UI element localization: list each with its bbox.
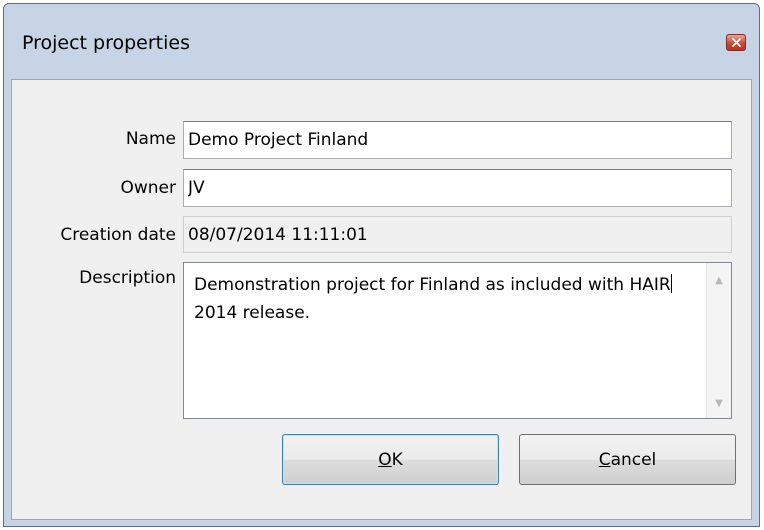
description-textarea[interactable]: Demonstration project for Finland as inc… [183,262,732,419]
cancel-label-rest: ancel [610,449,657,470]
scroll-down-icon: ▼ [715,397,723,409]
cancel-accelerator: C [598,449,611,470]
owner-label: Owner [120,178,176,198]
name-label: Name [125,129,176,149]
scroll-down-button[interactable]: ▼ [707,392,731,414]
window-title: Project properties [22,32,191,54]
text-caret [670,274,672,293]
creation-date-field [183,216,732,253]
dialog-body: Name Owner Creation date Description Dem… [11,79,752,520]
cancel-button[interactable]: Cancel [519,434,736,485]
owner-input[interactable] [183,169,732,207]
description-label: Description [79,268,176,288]
creation-date-label: Creation date [60,225,176,245]
description-text: Demonstration project for Finland as inc… [194,274,672,323]
ok-accelerator: O [378,449,392,470]
ok-label-rest: K [391,449,403,470]
close-button[interactable] [726,34,746,51]
project-properties-dialog: Project properties Name Owner Creation d… [3,3,760,527]
name-input[interactable] [183,121,732,159]
title-bar[interactable]: Project properties [4,4,759,79]
scroll-up-icon: ▲ [715,274,723,286]
ok-button[interactable]: OK [282,434,499,485]
description-scrollbar[interactable]: ▲ ▼ [706,263,731,418]
scroll-up-button[interactable]: ▲ [707,269,731,291]
close-icon [731,38,741,47]
